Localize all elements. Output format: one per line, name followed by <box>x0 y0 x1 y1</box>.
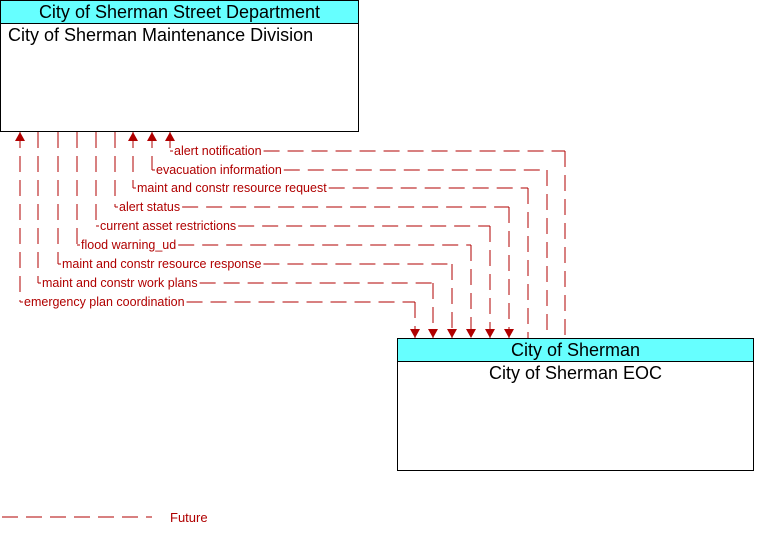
flow-label: emergency plan coordination <box>24 295 185 309</box>
arrowhead-down-icon <box>504 329 514 338</box>
flow-label: alert status <box>119 200 180 214</box>
flow-label: maint and constr resource request <box>137 181 327 195</box>
arrowhead-down-icon <box>485 329 495 338</box>
flow-label: current asset restrictions <box>100 219 236 233</box>
legend-label: Future <box>170 510 208 525</box>
arrowhead-up-icon <box>165 132 175 141</box>
flow-label: flood warning_ud <box>81 238 176 252</box>
arrowhead-down-icon <box>466 329 476 338</box>
flow-diagram: alert notification evacuation information… <box>2 132 566 525</box>
arrowhead-up-icon <box>15 132 25 141</box>
flow-label: evacuation information <box>156 163 282 177</box>
flow-evacuation-information[interactable]: evacuation information <box>147 132 548 338</box>
flow-label: maint and constr work plans <box>42 276 198 290</box>
arrowhead-up-icon <box>128 132 138 141</box>
flow-label: maint and constr resource response <box>62 257 261 271</box>
flow-label: alert notification <box>174 144 262 158</box>
arrowhead-down-icon <box>410 329 420 338</box>
legend: Future <box>2 510 208 525</box>
arrowhead-up-icon <box>147 132 157 141</box>
arrowhead-down-icon <box>428 329 438 338</box>
arrowhead-down-icon <box>447 329 457 338</box>
